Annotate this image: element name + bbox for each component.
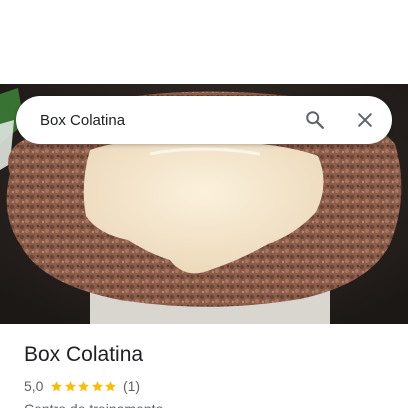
star-icon bbox=[105, 380, 117, 391]
top-blank-area bbox=[0, 0, 408, 84]
maps-place-screen: Box Colatina Box Colatina 5,0 (1) bbox=[0, 0, 408, 408]
star-icon bbox=[51, 380, 63, 391]
search-icon[interactable] bbox=[297, 102, 333, 138]
place-category: Centro de treinamento bbox=[24, 400, 384, 408]
star-icon bbox=[65, 380, 76, 391]
rating-row[interactable]: 5,0 (1) bbox=[24, 377, 384, 395]
close-icon[interactable] bbox=[347, 102, 383, 138]
place-title: Box Colatina bbox=[24, 343, 144, 366]
place-info-panel: Box Colatina 5,0 (1) Centro de treinamen… bbox=[0, 324, 408, 408]
star-icon bbox=[78, 380, 90, 391]
star-icon bbox=[92, 380, 103, 391]
rating-value: 5,0 bbox=[24, 378, 44, 394]
rating-stars bbox=[50, 380, 118, 393]
search-query-text[interactable]: Box Colatina bbox=[40, 112, 297, 129]
search-bar[interactable]: Box Colatina bbox=[16, 96, 392, 144]
review-count[interactable]: (1) bbox=[123, 377, 140, 395]
